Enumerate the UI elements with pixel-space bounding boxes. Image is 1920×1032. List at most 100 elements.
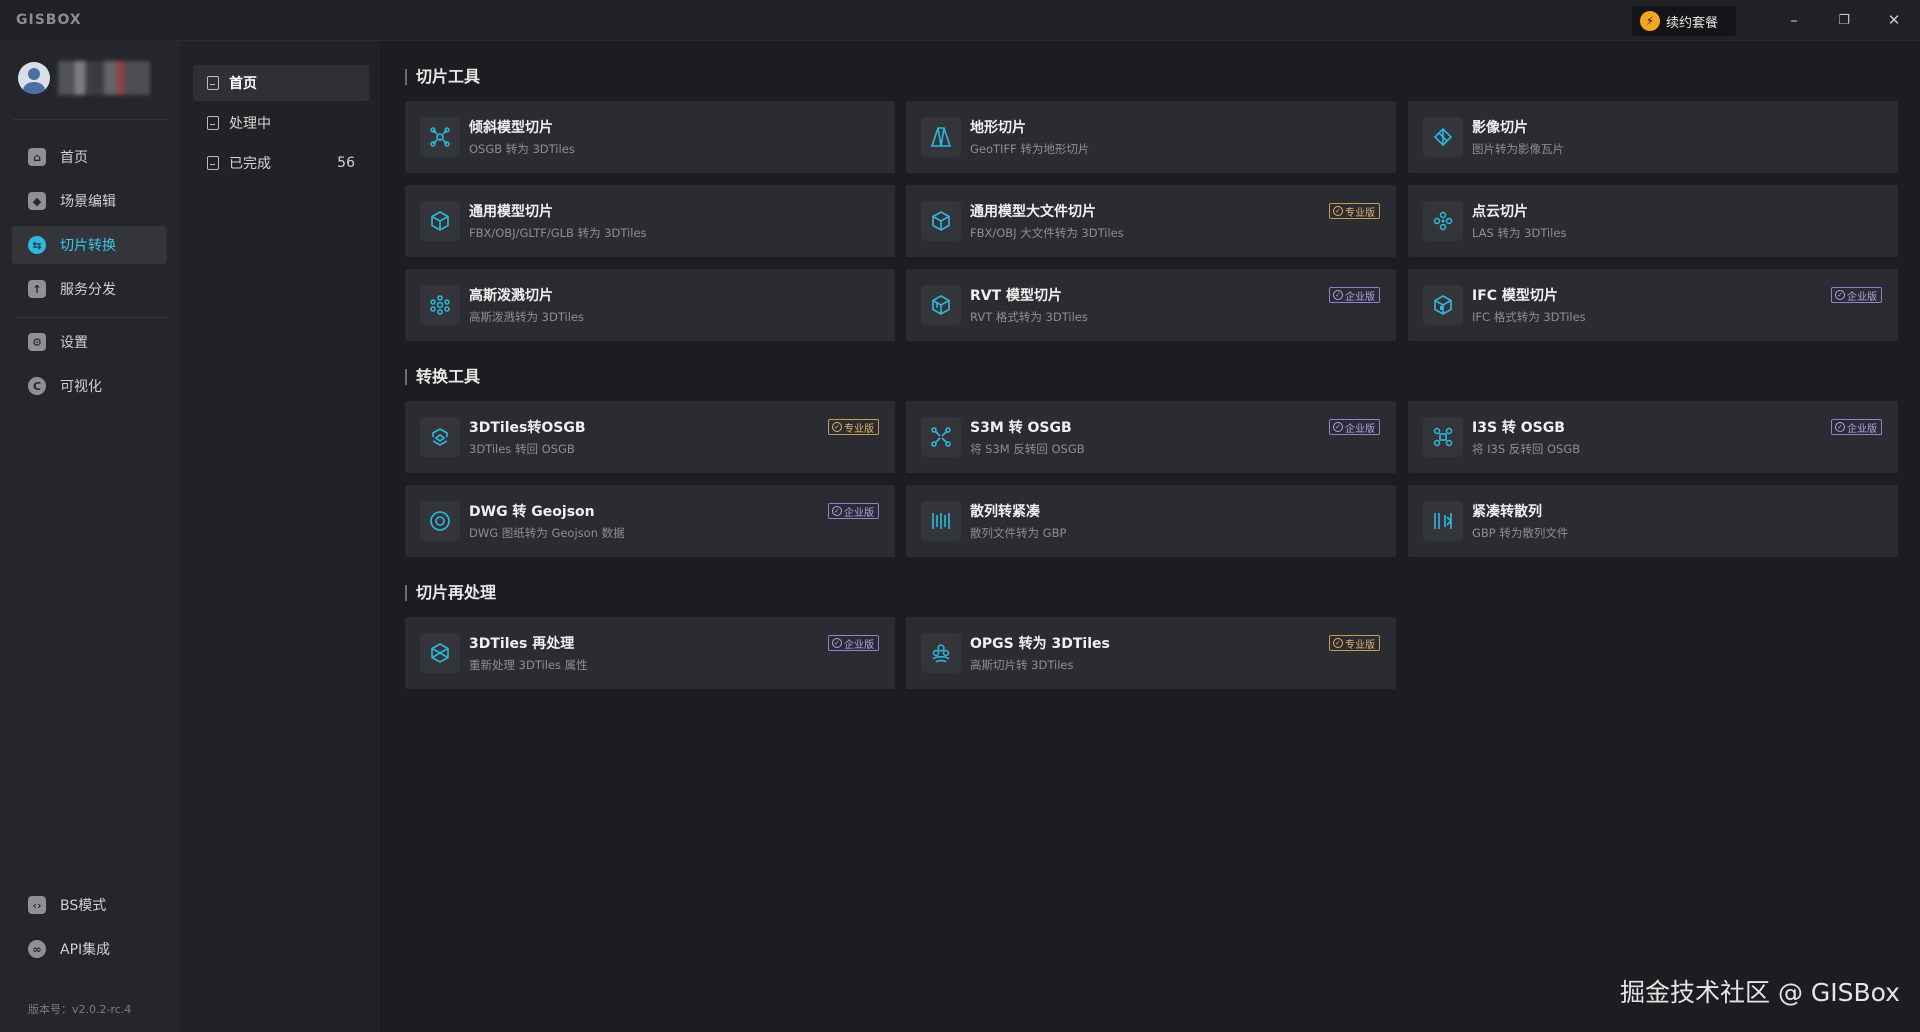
card-title: 紧凑转散列 [1472, 504, 1542, 520]
card-subtitle: OSGB 转为 3DTiles [469, 142, 575, 156]
tool-card[interactable]: 点云切片 LAS 转为 3DTiles [1408, 185, 1898, 257]
convert-icon: ⇆ [28, 236, 46, 254]
check-icon: ✓ [1835, 290, 1845, 300]
card-title: IFC 模型切片 [1472, 288, 1558, 304]
section-title-convert-tools: 转换工具 [405, 369, 480, 385]
card-title: 地形切片 [970, 120, 1026, 136]
badge-label: 专业版 [844, 423, 874, 435]
sidebar-item-visualization[interactable]: C 可视化 [12, 367, 167, 405]
user-profile[interactable] [18, 61, 150, 95]
upload-icon: ↑ [28, 280, 46, 298]
tool-card[interactable]: 高斯泼溅切片 高斯泼溅转为 3DTiles [405, 269, 895, 341]
badge-label: 专业版 [1345, 639, 1375, 651]
user-name-blurred [58, 61, 150, 95]
close-icon[interactable]: ✕ [1882, 8, 1906, 32]
imagery-icon [1423, 117, 1463, 157]
tool-card[interactable]: 通用模型切片 FBX/OBJ/GLTF/GLB 转为 3DTiles [405, 185, 895, 257]
subnav-item-completed[interactable]: 已完成 56 [193, 145, 369, 181]
s3m-icon [921, 417, 961, 457]
sidebar: ⌂ 首页 ◆ 场景编辑 ⇆ 切片转换 ↑ 服务分发 ⚙ 设置 C 可视化 ‹› … [0, 41, 180, 1032]
card-title: 3DTiles 再处理 [469, 636, 575, 652]
tool-card[interactable]: I3S 转 OSGB 将 I3S 反转回 OSGB ✓ 企业版 [1408, 401, 1898, 473]
subnav-item-label: 首页 [229, 76, 257, 92]
card-subtitle: 散列文件转为 GBP [970, 526, 1067, 540]
card-subtitle: 将 S3M 反转回 OSGB [970, 442, 1085, 456]
main-content: 切片工具 转换工具 切片再处理 倾斜模型切片 OSGB 转为 3DTiles 地形切… [380, 41, 1920, 1032]
badge-label: 企业版 [1847, 423, 1877, 435]
reprocess-icon [420, 633, 460, 673]
minimize-icon[interactable]: – [1782, 8, 1806, 32]
tool-card[interactable]: IFC 模型切片 IFC 格式转为 3DTiles ✓ 企业版 [1408, 269, 1898, 341]
sidebar-item-bs-mode[interactable]: ‹› BS模式 [12, 886, 167, 924]
card-subtitle: 高斯泼溅转为 3DTiles [469, 310, 584, 324]
subnav-item-processing[interactable]: 处理中 [193, 105, 369, 141]
model-cube-icon [420, 201, 460, 241]
sidebar-item-service-publish[interactable]: ↑ 服务分发 [12, 270, 167, 308]
card-subtitle: FBX/OBJ 大文件转为 3DTiles [970, 226, 1124, 240]
tool-card[interactable]: 3DTiles转OSGB 3DTiles 转回 OSGB ✓ 专业版 [405, 401, 895, 473]
sidebar-item-label: 场景编辑 [60, 194, 116, 210]
card-title: S3M 转 OSGB [970, 420, 1072, 436]
subnav-item-home[interactable]: 首页 [193, 65, 369, 101]
tool-card[interactable]: 紧凑转散列 GBP 转为散列文件 [1408, 485, 1898, 557]
sidebar-item-label: 服务分发 [60, 282, 116, 298]
gaussian-splat-icon [420, 285, 460, 325]
tool-card[interactable]: RVT 模型切片 RVT 格式转为 3DTiles ✓ 企业版 [906, 269, 1396, 341]
card-title: DWG 转 Geojson [469, 504, 595, 520]
card-subtitle: 将 I3S 反转回 OSGB [1472, 442, 1581, 456]
sidebar-item-tile-convert[interactable]: ⇆ 切片转换 [12, 226, 167, 264]
card-title: 3DTiles转OSGB [469, 420, 586, 436]
scatter-to-compact-icon [921, 501, 961, 541]
gear-icon: ⚙ [28, 333, 46, 351]
opgs-icon [921, 633, 961, 673]
sidebar-item-api[interactable]: ∞ API集成 [12, 930, 167, 968]
tool-card[interactable]: 地形切片 GeoTIFF 转为地形切片 [906, 101, 1396, 173]
renew-plan-button[interactable]: ⚡ 续约套餐 [1632, 6, 1736, 36]
sub-nav-panel: 首页 处理中 已完成 56 [180, 41, 380, 1032]
rvt-model-icon [921, 285, 961, 325]
tool-card[interactable]: 影像切片 图片转为影像瓦片 [1408, 101, 1898, 173]
check-icon: ✓ [1333, 206, 1343, 216]
badge-label: 企业版 [844, 507, 874, 519]
badge-label: 企业版 [844, 639, 874, 651]
card-title: 通用模型大文件切片 [970, 204, 1096, 220]
tool-card[interactable]: 倾斜模型切片 OSGB 转为 3DTiles [405, 101, 895, 173]
api-icon: ∞ [28, 940, 46, 958]
enterprise-badge: ✓ 企业版 [1831, 287, 1882, 303]
document-icon [207, 116, 219, 130]
check-document-icon [207, 156, 219, 170]
tool-card[interactable]: 3DTiles 再处理 重新处理 3DTiles 属性 ✓ 企业版 [405, 617, 895, 689]
badge-label: 企业版 [1847, 291, 1877, 303]
tool-card[interactable]: OPGS 转为 3DTiles 高斯切片转 3DTiles ✓ 专业版 [906, 617, 1396, 689]
point-cloud-icon [1423, 201, 1463, 241]
card-subtitle: 3DTiles 转回 OSGB [469, 442, 575, 456]
divider [12, 119, 168, 120]
card-subtitle: IFC 格式转为 3DTiles [1472, 310, 1586, 324]
app-logo: GISBOX [16, 12, 82, 28]
card-subtitle: FBX/OBJ/GLTF/GLB 转为 3DTiles [469, 226, 647, 240]
card-title: 倾斜模型切片 [469, 120, 553, 136]
check-icon: ✓ [832, 422, 842, 432]
check-icon: ✓ [1835, 422, 1845, 432]
tool-card[interactable]: 散列转紧凑 散列文件转为 GBP [906, 485, 1396, 557]
card-title: OPGS 转为 3DTiles [970, 636, 1110, 652]
tool-card[interactable]: DWG 转 Geojson DWG 图纸转为 Geojson 数据 ✓ 企业版 [405, 485, 895, 557]
tool-card[interactable]: 通用模型大文件切片 FBX/OBJ 大文件转为 3DTiles ✓ 专业版 [906, 185, 1396, 257]
restore-icon[interactable]: ❐ [1832, 8, 1856, 32]
check-icon: ✓ [832, 506, 842, 516]
tool-card[interactable]: S3M 转 OSGB 将 S3M 反转回 OSGB ✓ 企业版 [906, 401, 1396, 473]
visual-icon: C [28, 377, 46, 395]
check-icon: ✓ [1333, 638, 1343, 648]
title-bar: GISBOX ⚡ 续约套餐 – ❐ ✕ [0, 0, 1920, 41]
card-subtitle: 重新处理 3DTiles 属性 [469, 658, 588, 672]
sidebar-item-scene-edit[interactable]: ◆ 场景编辑 [12, 182, 167, 220]
sidebar-item-home[interactable]: ⌂ 首页 [12, 138, 167, 176]
section-title-tile-tools: 切片工具 [405, 69, 480, 85]
tiles-to-osgb-icon [420, 417, 460, 457]
card-subtitle: DWG 图纸转为 Geojson 数据 [469, 526, 625, 540]
subnav-item-label: 已完成 [229, 156, 271, 172]
card-title: I3S 转 OSGB [1472, 420, 1565, 436]
badge-label: 企业版 [1345, 291, 1375, 303]
badge-label: 专业版 [1345, 207, 1375, 219]
sidebar-item-settings[interactable]: ⚙ 设置 [12, 323, 167, 361]
